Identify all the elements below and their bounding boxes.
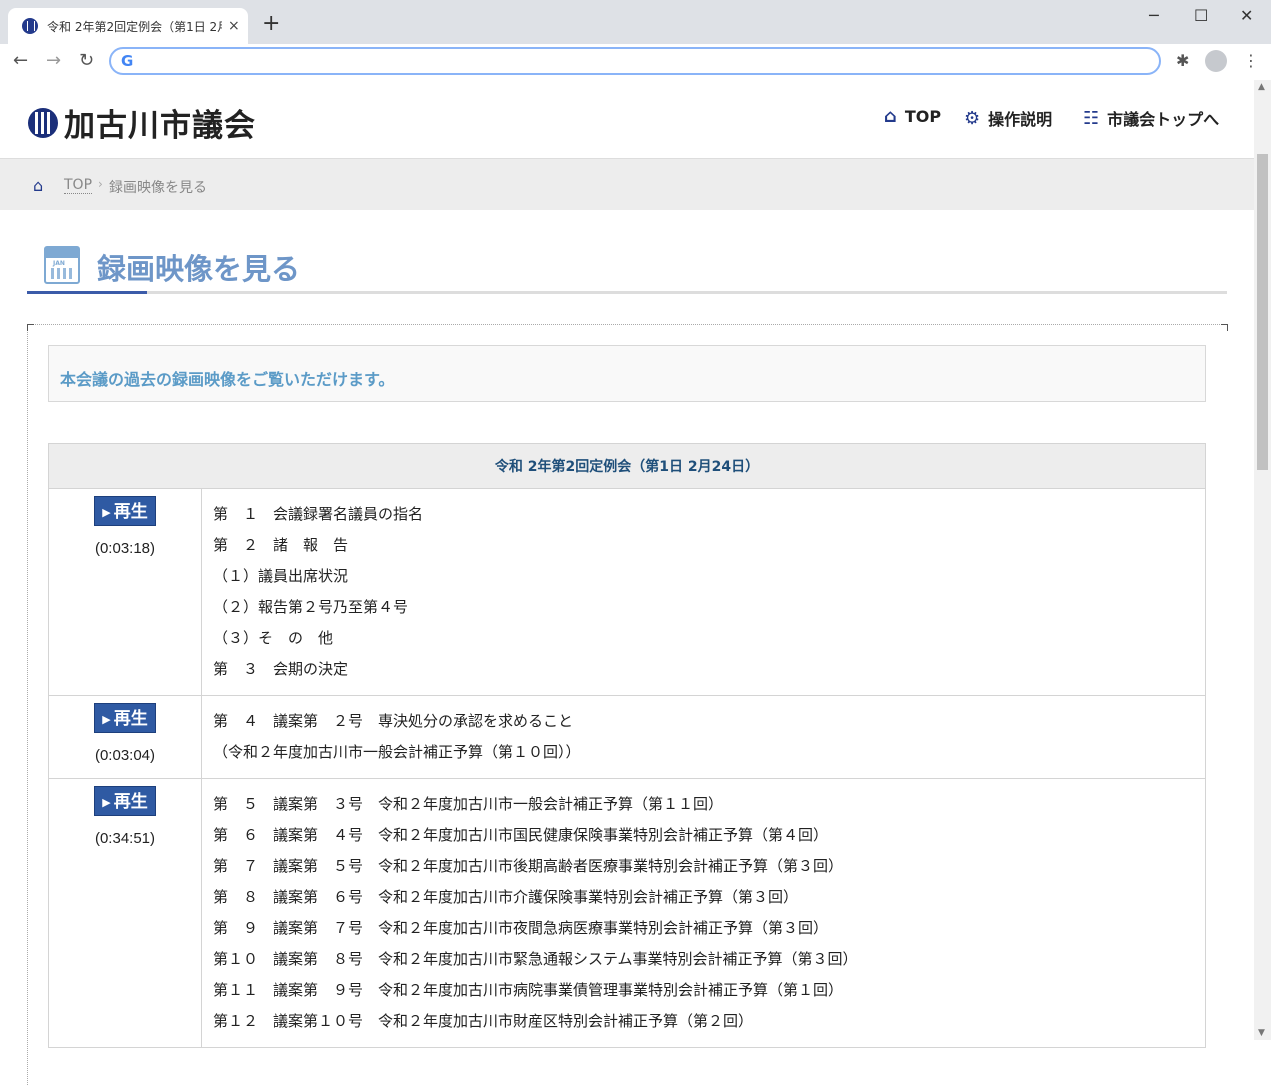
frame-corner: [1221, 324, 1228, 331]
scroll-thumb[interactable]: [1257, 154, 1268, 470]
table-row: ▶ 再生 (0:03:04) 第 ４ 議案第 ２号 専決処分の承認を求めること （…: [48, 695, 1206, 779]
gear-icon: ⚙: [964, 107, 981, 129]
page-scrollbar[interactable]: ▲ ▼: [1254, 80, 1271, 1040]
scroll-up-icon[interactable]: ▲: [1258, 82, 1265, 92]
agenda-cell: 第 ５ 議案第 ３号 令和２年度加古川市一般会計補正予算（第１１回） 第 ６ 議…: [201, 778, 1206, 1048]
agenda-item: 第 ６ 議案第 ４号 令和２年度加古川市国民健康保険事業特別会計補正予算（第４回…: [213, 826, 829, 844]
agenda-item: 第 ９ 議案第 ７号 令和２年度加古川市夜間急病医療事業特別会計補正予算（第３回…: [213, 919, 829, 937]
breadcrumb-home-icon[interactable]: ⌂: [33, 176, 43, 195]
breadcrumb-top-link[interactable]: TOP: [64, 177, 93, 194]
breadcrumb-separator: ›: [98, 177, 103, 191]
calendar-icon: JAN: [44, 246, 80, 284]
new-tab-button[interactable]: +: [262, 12, 280, 36]
nav-top-label: TOP: [904, 107, 942, 126]
agenda-item: 第 ７ 議案第 ５号 令和２年度加古川市後期高齢者医療事業特別会計補正予算（第３…: [213, 857, 844, 875]
nav-council-top-link[interactable]: ☷ 市議会トップへ: [1083, 106, 1219, 130]
logo-text: 加古川市議会: [64, 108, 256, 144]
tab-title: 令和 2年第2回定例会（第1日 2月: [47, 19, 222, 34]
agenda-item: 第 ５ 議案第 ３号 令和２年度加古川市一般会計補正予算（第１１回）: [213, 795, 724, 813]
nav-help-label: 操作説明: [988, 110, 1053, 129]
extensions-icon[interactable]: ✱: [1176, 51, 1189, 70]
logo-mark-icon: [28, 107, 58, 138]
frame-corner: [27, 324, 34, 331]
breadcrumb: ⌂ TOP › 録画映像を見る: [0, 159, 1254, 210]
session-header: 令和 2年第2回定例会（第1日 2月24日）: [48, 443, 1206, 489]
forward-button[interactable]: →: [46, 50, 61, 71]
google-icon: G: [121, 52, 134, 70]
breadcrumb-current: 録画映像を見る: [109, 180, 207, 196]
agenda-item: 第 ８ 議案第 ６号 令和２年度加古川市介護保険事業特別会計補正予算（第３回）: [213, 888, 799, 906]
play-button[interactable]: ▶ 再生: [94, 703, 156, 733]
profile-icon[interactable]: [1205, 50, 1227, 72]
menu-icon[interactable]: ⋮: [1243, 51, 1259, 70]
reload-button[interactable]: ↻: [79, 50, 94, 71]
table-row: ▶ 再生 (0:34:51) 第 ５ 議案第 ３号 令和２年度加古川市一般会計補正…: [48, 778, 1206, 1048]
tab-close-icon[interactable]: ×: [228, 18, 240, 34]
play-cell: ▶ 再生 (0:03:04): [48, 695, 202, 779]
site-favicon-icon: [22, 18, 38, 34]
play-label: 再生: [113, 502, 148, 522]
title-underline: [27, 291, 1227, 294]
scroll-down-icon[interactable]: ▼: [1258, 1028, 1265, 1038]
duration: (0:03:04): [94, 747, 156, 764]
play-icon: ▶: [102, 713, 111, 726]
notice-box: 本会議の過去の録画映像をご覧いただけます。: [48, 345, 1206, 402]
agenda-item: 第 ２ 諸 報 告: [213, 536, 349, 554]
nav-council-top-label: 市議会トップへ: [1107, 110, 1220, 129]
minimize-button[interactable]: ─: [1149, 6, 1159, 25]
browser-tab[interactable]: 令和 2年第2回定例会（第1日 2月 ×: [8, 8, 248, 44]
video-table: 令和 2年第2回定例会（第1日 2月24日） ▶ 再生 (0:03:18) 第 １…: [48, 443, 1206, 1048]
browser-chrome: 令和 2年第2回定例会（第1日 2月 × + ─ ☐ ✕ ← → ↻ G ✱ ⋮: [0, 0, 1271, 81]
nav-top-link[interactable]: ⌂ TOP: [884, 106, 941, 127]
play-label: 再生: [113, 709, 148, 729]
agenda-cell: 第 １ 会議録署名議員の指名 第 ２ 諸 報 告 （１）議員出席状況 （２）報告…: [201, 488, 1206, 696]
site-header: 加古川市議会 ⌂ TOP ⚙ 操作説明 ☷ 市議会トップへ: [0, 80, 1254, 159]
notice-text: 本会議の過去の録画映像をご覧いただけます。: [60, 370, 395, 389]
agenda-item: 第１１ 議案第 ９号 令和２年度加古川市病院事業債管理事業特別会計補正予算（第１…: [213, 981, 844, 999]
table-row: ▶ 再生 (0:03:18) 第 １ 会議録署名議員の指名 第 ２ 諸 報 告 （…: [48, 488, 1206, 696]
maximize-button[interactable]: ☐: [1194, 6, 1208, 25]
agenda-item: 第 ４ 議案第 ２号 専決処分の承認を求めること: [213, 712, 574, 730]
nav-help-link[interactable]: ⚙ 操作説明: [964, 106, 1052, 130]
agenda-item: 第 １ 会議録署名議員の指名: [213, 505, 424, 523]
play-icon: ▶: [102, 506, 111, 519]
agenda-item: （令和２年度加古川市一般会計補正予算（第１０回））: [213, 743, 581, 761]
close-window-button[interactable]: ✕: [1240, 6, 1253, 25]
play-label: 再生: [113, 792, 148, 812]
duration: (0:03:18): [94, 540, 156, 557]
agenda-item: （３）そ の 他: [213, 629, 334, 647]
agenda-cell: 第 ４ 議案第 ２号 専決処分の承認を求めること （令和２年度加古川市一般会計補…: [201, 695, 1206, 779]
duration: (0:34:51): [94, 830, 156, 847]
agenda-item: 第１０ 議案第 ８号 令和２年度加古川市緊急通報システム事業特別会計補正予算（第…: [213, 950, 858, 968]
sitemap-icon: ☷: [1083, 107, 1100, 129]
play-button[interactable]: ▶ 再生: [94, 496, 156, 526]
address-bar[interactable]: G: [109, 47, 1161, 75]
play-cell: ▶ 再生 (0:34:51): [48, 778, 202, 1048]
site-logo[interactable]: 加古川市議会: [28, 100, 256, 145]
agenda-item: （１）議員出席状況: [213, 567, 349, 585]
calendar-icon-label: JAN: [53, 260, 65, 267]
back-button[interactable]: ←: [13, 50, 28, 71]
title-underline-accent: [27, 291, 147, 294]
home-icon: ⌂: [884, 106, 897, 127]
play-icon: ▶: [102, 796, 111, 809]
agenda-item: 第 ３ 会期の決定: [213, 660, 349, 678]
agenda-item: （２）報告第２号乃至第４号: [213, 598, 409, 616]
agenda-item: 第１２ 議案第１０号 令和２年度加古川市財産区特別会計補正予算（第２回）: [213, 1012, 754, 1030]
play-cell: ▶ 再生 (0:03:18): [48, 488, 202, 696]
play-button[interactable]: ▶ 再生: [94, 786, 156, 816]
browser-toolbar: ← → ↻ G ✱ ⋮: [0, 44, 1271, 80]
page-title: 録画映像を見る: [97, 252, 301, 286]
